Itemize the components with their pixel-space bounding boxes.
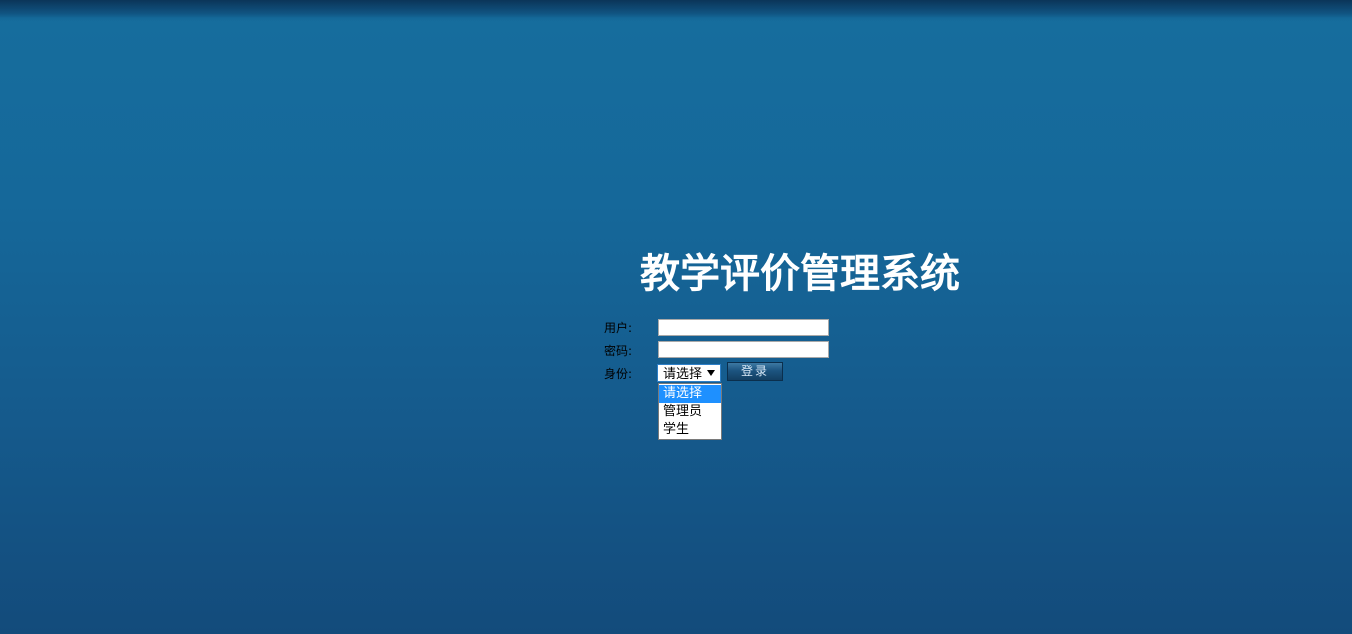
- login-button[interactable]: 登录: [727, 362, 783, 381]
- role-option-placeholder[interactable]: 请选择: [659, 385, 721, 403]
- password-input[interactable]: [658, 341, 829, 358]
- role-select-value: 请选择: [663, 367, 703, 382]
- role-select[interactable]: 请选择: [657, 364, 721, 382]
- top-band: [0, 0, 1352, 18]
- role-dropdown-list: 请选择 管理员 学生: [658, 383, 722, 440]
- page-title: 教学评价管理系统: [640, 251, 960, 297]
- user-label: 用户:: [604, 321, 633, 335]
- role-label: 身份:: [604, 367, 633, 381]
- password-label: 密码:: [604, 344, 633, 358]
- chevron-down-icon: [707, 370, 715, 376]
- user-input[interactable]: [658, 319, 829, 336]
- role-option-student[interactable]: 学生: [659, 421, 721, 439]
- role-option-admin[interactable]: 管理员: [659, 403, 721, 421]
